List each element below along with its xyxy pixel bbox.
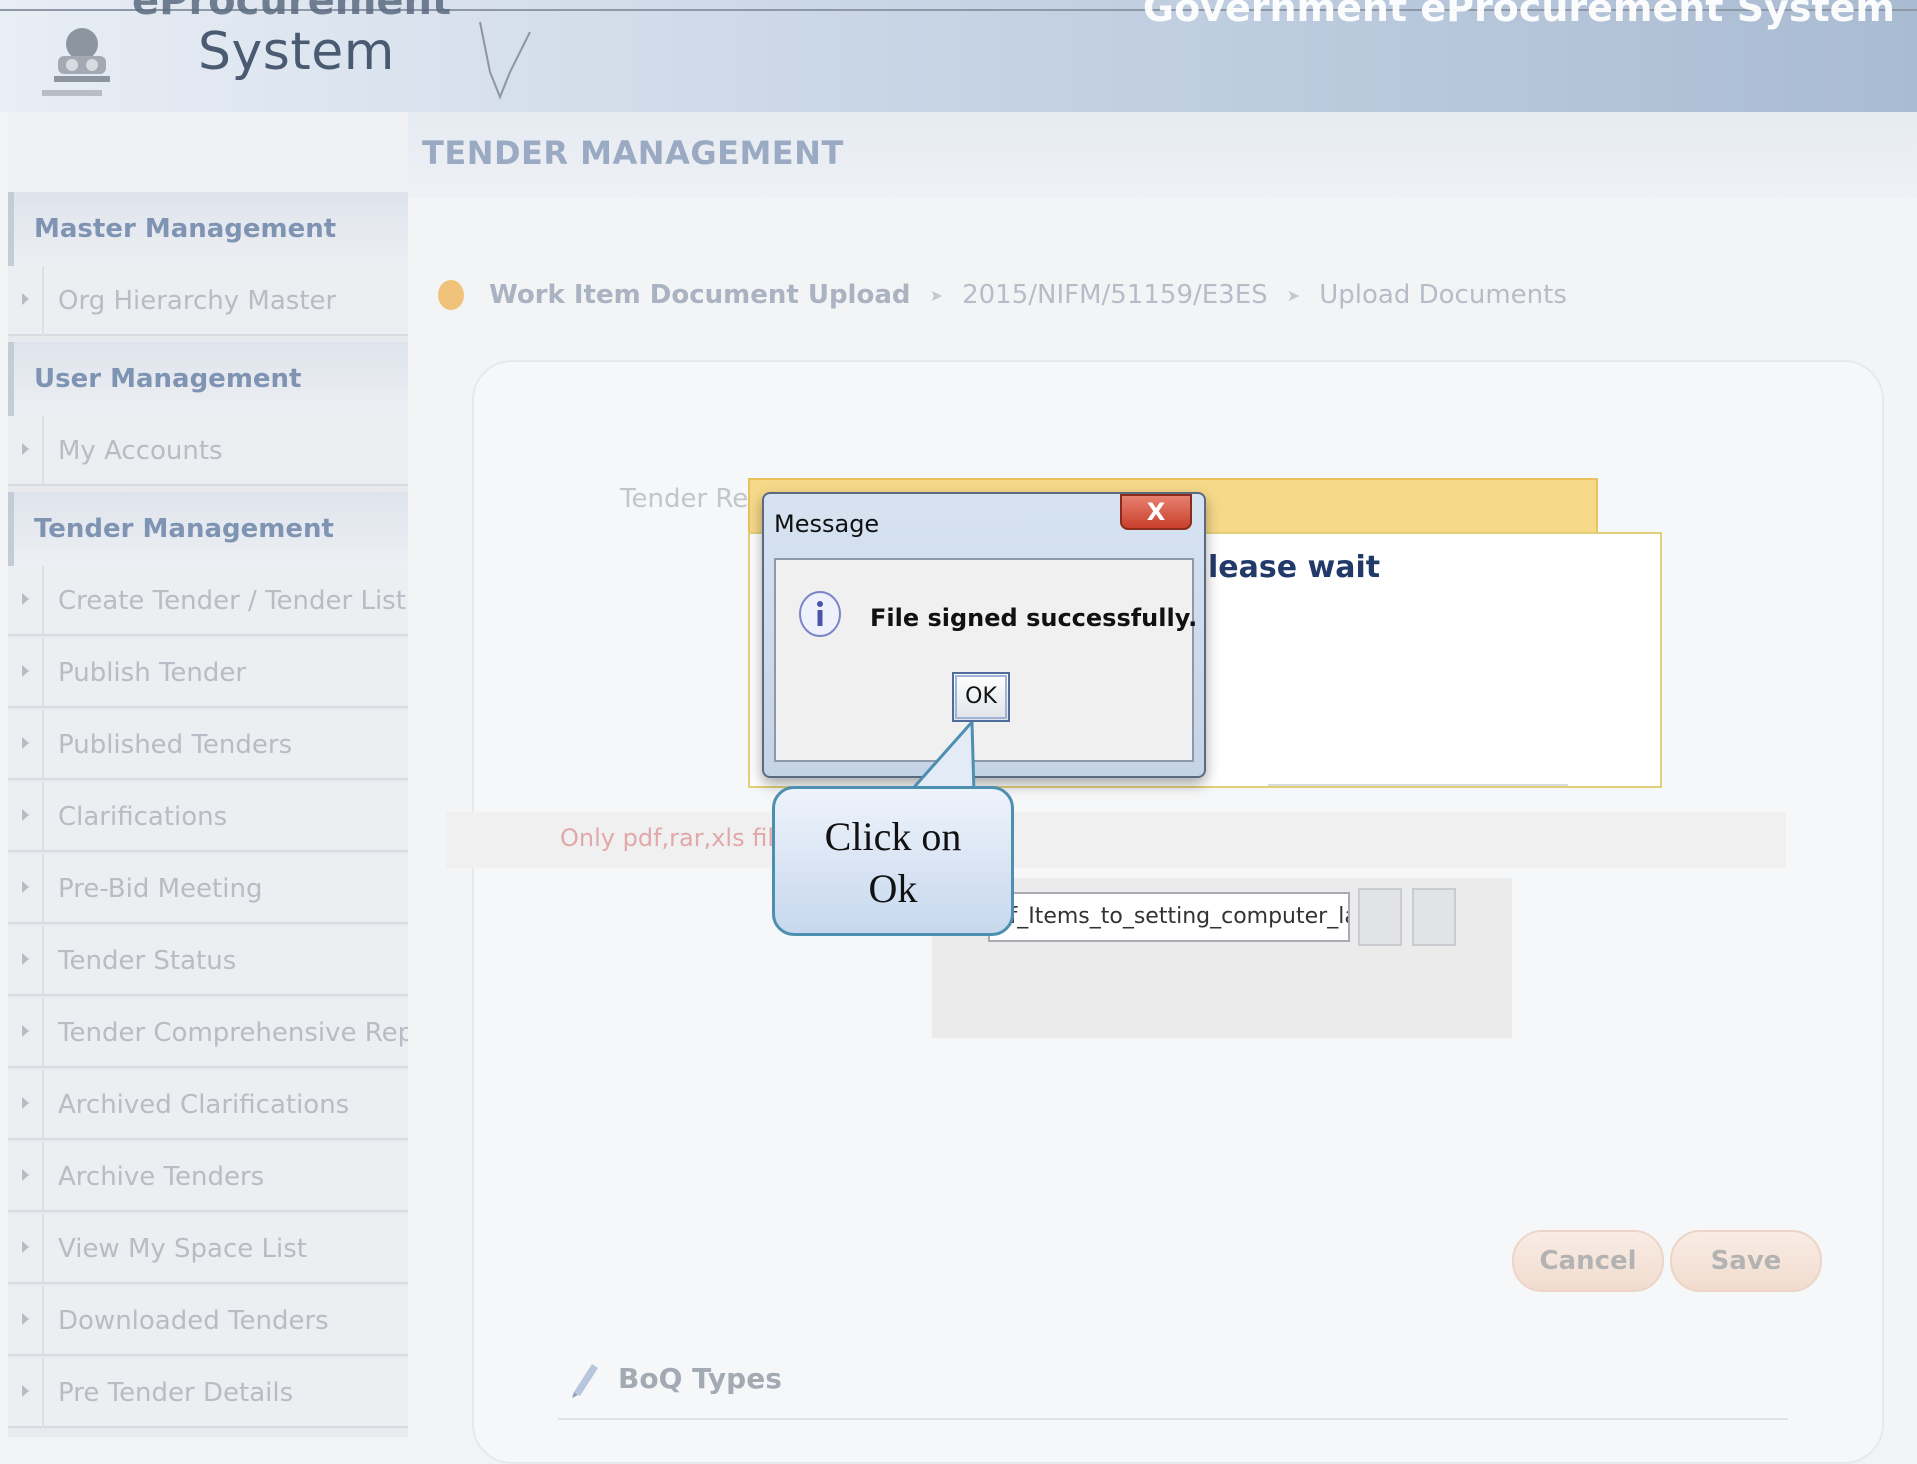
file-path-input[interactable]: of_Items_to_setting_computer_lab.xls <box>988 892 1350 942</box>
sidebar-item-label: Publish Tender <box>58 658 247 688</box>
sidebar-item-pre-tender-details[interactable]: Pre Tender Details <box>8 1358 408 1428</box>
dialog-title: Message <box>774 510 880 538</box>
bullet-arrow-icon <box>22 1097 29 1109</box>
sidebar-item-label: Archive Tenders <box>58 1162 265 1192</box>
india-map-icon <box>479 21 531 100</box>
divider <box>1268 784 1568 786</box>
bullet-arrow-icon <box>22 881 29 893</box>
app-header: eProcurement System Government eProcurem… <box>0 0 1917 112</box>
divider <box>558 1418 1788 1420</box>
logo-title: System <box>198 22 395 82</box>
sidebar-item-archived-clarifications[interactable]: Archived Clarifications <box>8 1070 408 1140</box>
please-wait-text: lease wait <box>1208 550 1381 585</box>
sidebar-item-label: Tender Comprehensive Report <box>58 1018 451 1048</box>
callout-pointer <box>905 722 976 794</box>
sidebar-item-archive-tenders[interactable]: Archive Tenders <box>8 1142 408 1212</box>
callout-line-1: Click on <box>824 814 962 859</box>
sidebar-item-view-my-space-list[interactable]: View My Space List <box>8 1214 408 1284</box>
sidebar-top-spacer <box>8 112 408 192</box>
bullet-arrow-icon <box>22 1241 29 1253</box>
bullet-arrow-icon <box>22 443 29 455</box>
sidebar-item-my-accounts[interactable]: My Accounts <box>8 416 408 486</box>
sidebar-item-label: Pre Tender Details <box>58 1378 294 1408</box>
sidebar-item-label: Archived Clarifications <box>58 1090 350 1120</box>
sidebar: Master Management Org Hierarchy Master U… <box>8 112 451 1437</box>
breadcrumb-separator-icon: ➤ <box>1286 285 1301 305</box>
bullet-arrow-icon <box>22 1385 29 1397</box>
bullet-arrow-icon <box>22 1025 29 1037</box>
callout-line-2: Ok <box>868 866 918 911</box>
sidebar-item-pre-bid-meeting[interactable]: Pre-Bid Meeting <box>8 854 408 924</box>
logo-title-top: eProcurement <box>132 0 452 24</box>
sidebar-item-label: Published Tenders <box>58 730 293 760</box>
breadcrumb: Work Item Document Upload ➤ 2015/NIFM/51… <box>438 280 1567 324</box>
sidebar-item-label: Downloaded Tenders <box>58 1306 329 1336</box>
breadcrumb-separator-icon: ➤ <box>929 285 943 305</box>
boq-types-heading: BoQ Types <box>618 1362 782 1395</box>
sidebar-item-published-tenders[interactable]: Published Tenders <box>8 710 408 780</box>
browse-file-icon[interactable] <box>1358 888 1402 946</box>
breadcrumb-item-upload-documents: Upload Documents <box>1319 280 1567 310</box>
instruction-callout: Click on Ok <box>772 786 1014 936</box>
page-title: TENDER MANAGEMENT <box>422 134 844 172</box>
bullet-arrow-icon <box>22 665 29 677</box>
close-icon[interactable]: X <box>1120 494 1192 530</box>
sidebar-item-label: Tender Status <box>58 946 237 976</box>
sidebar-item-publish-tender[interactable]: Publish Tender <box>8 638 408 708</box>
main-title-bar: TENDER MANAGEMENT <box>408 112 1917 198</box>
emblem-logo-icon <box>42 28 110 96</box>
dialog-message: File signed successfully. <box>870 604 1198 632</box>
breadcrumb-item-work-item-document-upload[interactable]: Work Item Document Upload <box>489 280 910 310</box>
sidebar-item-tender-status[interactable]: Tender Status <box>8 926 408 996</box>
sidebar-item-create-tender[interactable]: Create Tender / Tender List <box>8 566 408 636</box>
breadcrumb-item-tender-ref[interactable]: 2015/NIFM/51159/E3ES <box>962 280 1268 310</box>
bullet-arrow-icon <box>22 809 29 821</box>
tender-ref-label: Tender Ref <box>620 484 758 514</box>
bullet-arrow-icon <box>22 1169 29 1181</box>
sidebar-item-label: My Accounts <box>58 436 223 466</box>
bullet-arrow-icon <box>22 953 29 965</box>
upload-file-icon[interactable] <box>1412 888 1456 946</box>
sidebar-item-label: View My Space List <box>58 1234 307 1264</box>
boq-pencil-icon <box>572 1364 598 1398</box>
sidebar-item-clarifications[interactable]: Clarifications <box>8 782 408 852</box>
cancel-button[interactable]: Cancel <box>1512 1230 1664 1292</box>
info-icon <box>799 591 841 637</box>
ok-button[interactable]: OK <box>952 672 1010 722</box>
sidebar-section-tender-management[interactable]: Tender Management <box>8 492 408 566</box>
bullet-arrow-icon <box>22 293 29 305</box>
save-button[interactable]: Save <box>1670 1230 1822 1292</box>
sidebar-item-org-hierarchy-master[interactable]: Org Hierarchy Master <box>8 266 408 336</box>
sidebar-item-label: Org Hierarchy Master <box>58 286 337 316</box>
sidebar-item-downloaded-tenders[interactable]: Downloaded Tenders <box>8 1286 408 1356</box>
sidebar-section-user-management[interactable]: User Management <box>8 342 408 416</box>
bullet-arrow-icon <box>22 1313 29 1325</box>
breadcrumb-bullet-icon <box>438 280 464 310</box>
sidebar-item-label: Pre-Bid Meeting <box>58 874 263 904</box>
bullet-arrow-icon <box>22 593 29 605</box>
sidebar-item-label: Clarifications <box>58 802 228 832</box>
header-right-title: Government eProcurement System <box>1142 0 1895 30</box>
sidebar-section-master-management[interactable]: Master Management <box>8 192 408 266</box>
bullet-arrow-icon <box>22 737 29 749</box>
sidebar-item-label: Create Tender / Tender List <box>58 586 406 616</box>
sidebar-item-tender-comprehensive-report[interactable]: Tender Comprehensive Report <box>8 998 451 1068</box>
